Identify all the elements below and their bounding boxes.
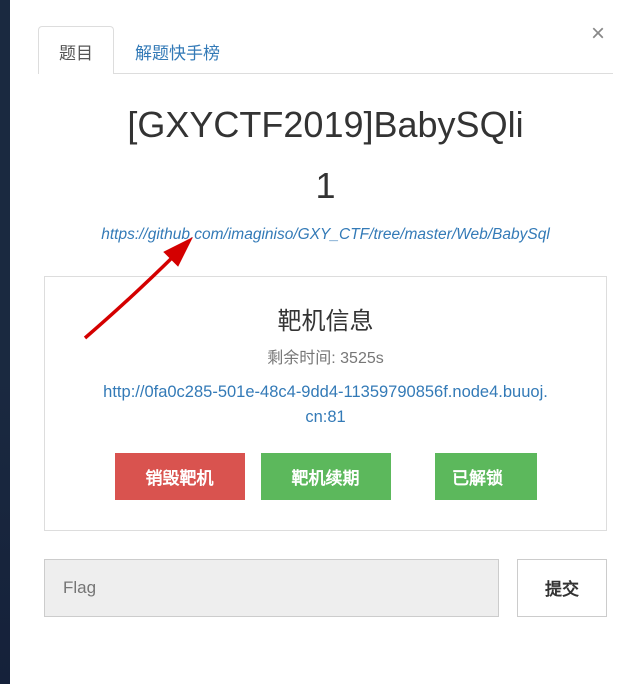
destroy-button[interactable]: 销毁靶机 xyxy=(115,453,245,500)
title-main: [GXYCTF2019]BabySQli xyxy=(127,104,523,145)
tabs: 题目 解题快手榜 xyxy=(38,26,613,74)
tab-problem[interactable]: 题目 xyxy=(38,26,114,74)
flag-input[interactable] xyxy=(44,559,499,617)
flag-row: 提交 xyxy=(44,559,607,617)
button-row: 销毁靶机 靶机续期 已解锁 xyxy=(61,453,590,500)
unlock-button[interactable]: 已解锁 xyxy=(407,453,537,500)
instance-url-link[interactable]: http://0fa0c285-501e-48c4-9dd4-113597908… xyxy=(61,380,590,431)
tab-ranking[interactable]: 解题快手榜 xyxy=(114,26,241,74)
close-icon[interactable]: × xyxy=(591,22,605,46)
title-suffix: 1 xyxy=(48,163,603,210)
panel-heading: 靶机信息 xyxy=(61,301,590,336)
instance-panel: 靶机信息 剩余时间: 3525s http://0fa0c285-501e-48… xyxy=(44,276,607,531)
left-stripe xyxy=(0,0,10,684)
challenge-title: [GXYCTF2019]BabySQli 1 xyxy=(38,102,613,210)
hint-link[interactable]: https://github.com/imaginiso/GXY_CTF/tre… xyxy=(38,226,613,244)
submit-button[interactable]: 提交 xyxy=(517,559,607,617)
challenge-modal: × 题目 解题快手榜 [GXYCTF2019]BabySQli 1 https:… xyxy=(28,0,623,647)
renew-button[interactable]: 靶机续期 xyxy=(261,453,391,500)
remaining-time: 剩余时间: 3525s xyxy=(61,344,590,368)
